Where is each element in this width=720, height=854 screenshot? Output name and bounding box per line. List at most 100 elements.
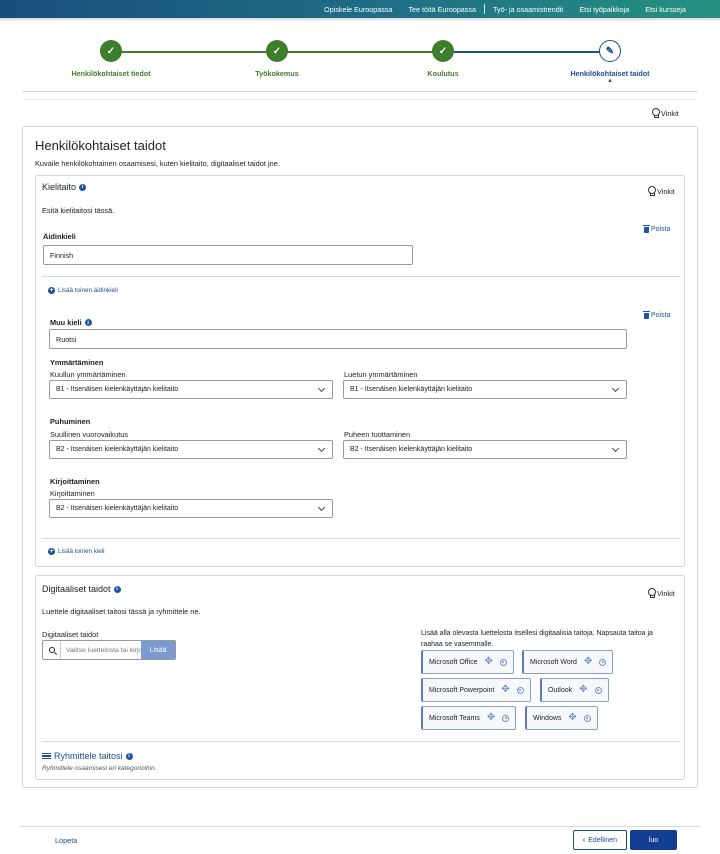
drag-icon[interactable]: ✥ — [487, 713, 495, 723]
chip-label: Microsoft Powerpoint — [429, 686, 495, 694]
select-value: B1 - Itsenäisen kielenkäyttäjän kielitai… — [56, 386, 179, 393]
check-icon: ✓ — [100, 40, 122, 62]
lightbulb-icon — [651, 108, 660, 118]
chevron-down-icon — [317, 384, 326, 392]
info-icon[interactable]: i — [79, 183, 87, 191]
drag-icon[interactable]: ✥ — [501, 685, 509, 695]
add-language-link[interactable]: + Lisää toinen kieli — [48, 548, 105, 555]
group-skills-toggle[interactable]: Ryhmittele taitosi i — [42, 751, 133, 761]
group-title: Ryhmittele taitosi — [54, 751, 123, 761]
digital-intro: Luettele digitaaliset taitosi tässä ja r… — [42, 607, 201, 616]
skill-chip[interactable]: Microsoft Teams ✥ — [421, 706, 517, 730]
add-target-icon[interactable] — [516, 686, 524, 694]
info-icon[interactable]: i — [113, 585, 121, 593]
skill-chip[interactable]: Microsoft Office ✥ — [421, 650, 514, 674]
add-target-icon[interactable] — [599, 658, 607, 666]
reading-select[interactable]: B1 - Itsenäisen kielenkäyttäjän kielitai… — [343, 380, 627, 399]
mother-tongue-label: Äidinkieli — [43, 232, 76, 241]
check-icon: ✓ — [266, 40, 288, 62]
step-label: Henkilökohtaiset taidot — [570, 69, 650, 78]
link-label: Lisää toinen äidinkieli — [58, 287, 118, 294]
other-language-input[interactable]: Ruotsi — [49, 329, 627, 349]
nav-work-in-europe[interactable]: Tee töitä Euroopassa — [400, 5, 484, 14]
pencil-icon: ✎ — [599, 40, 621, 62]
writing-select[interactable]: B2 - Itsenäisen kielenkäyttäjän kielitai… — [49, 499, 333, 518]
divider — [22, 91, 698, 92]
check-icon: ✓ — [432, 40, 454, 62]
tips-link-page[interactable]: Vinkit — [651, 108, 679, 118]
step-label: Koulutus — [427, 69, 459, 78]
production-select[interactable]: B2 - Itsenäisen kielenkäyttäjän kielitai… — [343, 440, 627, 459]
lightbulb-icon — [647, 186, 656, 196]
suggest-text-2: raahaa se vasemmalle. — [421, 641, 494, 648]
chip-label: Windows — [533, 714, 562, 722]
language-title-text: Kielitaito — [42, 182, 77, 192]
progress-stepper: ✓ Henkilökohtaiset tiedot ✓ Työkokemus ✓… — [20, 36, 700, 86]
drag-icon[interactable]: ✥ — [485, 657, 493, 667]
search-icon — [43, 641, 61, 659]
step-personal-info[interactable]: ✓ Henkilökohtaiset tiedot — [46, 40, 176, 78]
previous-button[interactable]: ‹ Edellinen — [573, 830, 627, 850]
production-label: Puheen tuottaminen — [344, 430, 411, 439]
drag-icon[interactable]: ✥ — [568, 713, 576, 723]
nav-find-courses[interactable]: Etsi kursseja — [637, 5, 694, 14]
step-personal-skills[interactable]: ✎ Henkilökohtaiset taidot ▲ — [545, 40, 675, 84]
lightbulb-icon — [647, 588, 656, 598]
digital-search: Valitse luettelosta tai kirjoita Lisää — [42, 640, 176, 660]
nav-study-in-europe[interactable]: Opiskele Euroopassa — [316, 5, 400, 14]
footer-divider — [20, 826, 700, 827]
add-target-icon[interactable] — [583, 714, 591, 722]
remove-mother-tongue[interactable]: Poista — [643, 225, 671, 233]
tips-link-language[interactable]: Vinkit — [647, 186, 675, 196]
select-value: B2 - Itsenäisen kielenkäyttäjän kielitai… — [350, 446, 473, 453]
plus-icon: + — [48, 548, 55, 555]
other-language-label: Muu kieli — [50, 318, 82, 327]
add-target-icon[interactable] — [594, 686, 602, 694]
chip-label: Microsoft Word — [530, 658, 577, 666]
create-button[interactable]: luo — [630, 830, 677, 850]
digital-search-input[interactable]: Valitse luettelosta tai kirjoita — [61, 641, 141, 659]
plus-icon: + — [48, 287, 55, 294]
digital-field-label: Digitaaliset taidot — [42, 630, 99, 639]
link-label: Lisää toinen kieli — [58, 548, 105, 555]
topbar-shadow — [0, 18, 720, 22]
quit-link[interactable]: Lopeta — [55, 836, 77, 845]
reading-label: Luetun ymmärtäminen — [344, 370, 418, 379]
drag-icon[interactable]: ✥ — [579, 685, 587, 695]
info-icon[interactable]: i — [125, 752, 133, 760]
chip-label: Outlook — [548, 686, 573, 694]
skill-chip[interactable]: Microsoft Powerpoint ✥ — [421, 678, 531, 702]
understanding-heading: Ymmärtäminen — [50, 358, 104, 367]
previous-label: Edellinen — [588, 836, 618, 844]
add-skill-button[interactable]: Lisää — [141, 641, 175, 659]
add-target-icon[interactable] — [499, 658, 507, 666]
remove-other-language[interactable]: Poista — [643, 311, 670, 319]
chevron-down-icon — [317, 503, 326, 511]
interaction-label: Suullinen vuorovaikutus — [50, 430, 129, 439]
listening-select[interactable]: B1 - Itsenäisen kielenkäyttäjän kielitai… — [49, 380, 333, 399]
mother-tongue-input[interactable]: Finnish — [43, 245, 413, 265]
skill-chip[interactable]: Windows ✥ — [525, 706, 598, 730]
nav-separator — [484, 4, 485, 14]
chip-label: Microsoft Office — [429, 658, 478, 666]
step-work-experience[interactable]: ✓ Työkokemus — [212, 40, 342, 78]
tips-link-digital[interactable]: Vinkit — [647, 588, 675, 598]
nav-skills-trends[interactable]: Työ- ja osaamistrendit — [485, 5, 571, 14]
language-title: Kielitaito i — [42, 182, 87, 192]
interaction-select[interactable]: B2 - Itsenäisen kielenkäyttäjän kielitai… — [49, 440, 333, 459]
skill-chip[interactable]: Microsoft Word ✥ — [522, 650, 614, 674]
chevron-down-icon — [611, 444, 620, 452]
trash-icon — [643, 311, 650, 319]
nav-find-jobs[interactable]: Etsi työpaikkoja — [571, 5, 637, 14]
caret-up-icon: ▲ — [607, 78, 613, 84]
chevron-down-icon — [611, 384, 620, 392]
remove-label: Poista — [651, 226, 671, 233]
add-target-icon[interactable] — [502, 714, 510, 722]
step-education[interactable]: ✓ Koulutus — [378, 40, 508, 78]
info-icon[interactable]: i — [84, 319, 92, 326]
divider — [42, 538, 680, 539]
drag-icon[interactable]: ✥ — [584, 657, 592, 667]
add-mother-tongue-link[interactable]: + Lisää toinen äidinkieli — [48, 287, 118, 294]
tips-label: Vinkit — [657, 186, 675, 196]
skill-chip[interactable]: Outlook ✥ — [540, 678, 609, 702]
